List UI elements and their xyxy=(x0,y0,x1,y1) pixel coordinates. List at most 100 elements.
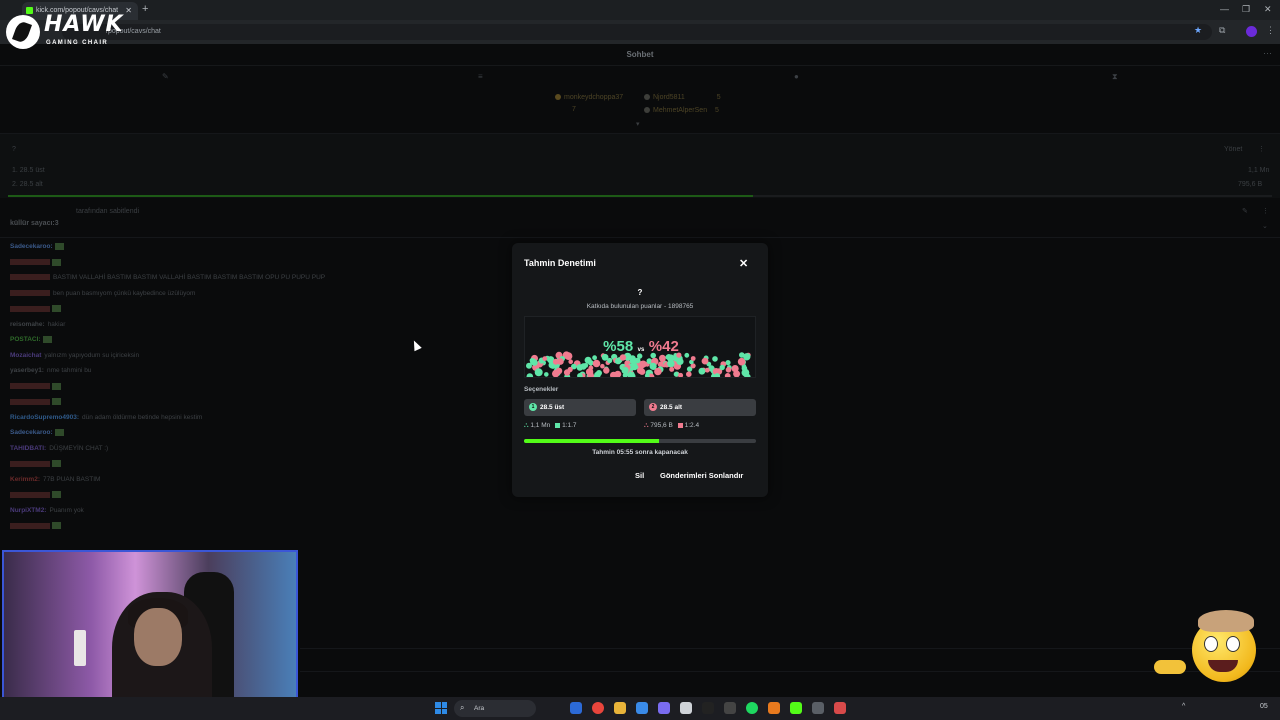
chat-username[interactable]: Mozaichat xyxy=(10,352,41,359)
window-close-icon[interactable]: ✕ xyxy=(1264,4,1272,15)
chat-message: Sadecekaroo: xyxy=(10,429,510,445)
close-icon[interactable]: ✕ xyxy=(739,257,748,270)
bubble-dot xyxy=(531,359,538,366)
tray-chevron-icon[interactable]: ^ xyxy=(1182,703,1185,710)
option-b-icon: 2 xyxy=(649,403,657,411)
chat-username[interactable]: TAHIDBATI: xyxy=(10,445,46,452)
prediction-question: ? xyxy=(637,288,643,297)
chat-badge-icon xyxy=(54,429,64,436)
chat-header-menu-icon[interactable]: ⋯ xyxy=(1263,48,1272,59)
users-icon: ⛬ xyxy=(524,422,529,429)
chrome-icon[interactable] xyxy=(592,702,604,714)
option-a-label: 28.5 üst xyxy=(540,404,565,411)
bubble-dot xyxy=(596,370,602,376)
app-icon-2[interactable] xyxy=(812,702,824,714)
chat-username[interactable]: yaserbey1: xyxy=(10,367,44,374)
edge-icon[interactable] xyxy=(636,702,648,714)
hourglass-icon[interactable]: ⧗ xyxy=(1112,72,1118,82)
clock[interactable]: 05 xyxy=(1260,703,1268,710)
bookmark-star-icon[interactable]: ★ xyxy=(1194,25,1202,36)
bubble-dot xyxy=(557,358,564,365)
manage-button[interactable]: Yönet xyxy=(1224,146,1242,153)
chat-username[interactable]: NurpiXTM2: xyxy=(10,507,46,514)
steam-icon[interactable] xyxy=(724,702,736,714)
bubble-dot xyxy=(678,372,684,377)
chat-input-area[interactable] xyxy=(300,648,1280,672)
chat-messages: Sadecekaroo: BASTIM VALLAHİ BASTIM BASTIM… xyxy=(10,243,510,538)
profile-avatar[interactable] xyxy=(1246,26,1257,37)
bubble-dot xyxy=(582,363,587,368)
end-submissions-button[interactable]: Gönderimleri Sonlandır xyxy=(660,471,743,480)
bubble-dot xyxy=(534,368,543,377)
unpin-icon[interactable]: ✎ xyxy=(1242,207,1248,215)
bubble-dot xyxy=(552,369,560,377)
kick-app-icon[interactable] xyxy=(790,702,802,714)
chat-message xyxy=(10,491,510,507)
pinned-expand-icon[interactable]: ⌄ xyxy=(1262,222,1268,230)
chevron-down-icon[interactable]: ▾ xyxy=(636,120,640,128)
chat-username[interactable]: POSTACI: xyxy=(10,336,41,343)
browser-menu-icon[interactable]: ⋮ xyxy=(1266,25,1275,36)
chat-username[interactable]: RicardoSupremo4903: xyxy=(10,414,79,421)
chat-username[interactable]: Sadecekaroo: xyxy=(10,429,53,436)
chat-username[interactable]: Kerimm2: xyxy=(10,476,40,483)
chat-message: ben puan basmıyom çünkü kaybedince üzülü… xyxy=(10,290,510,306)
option-a-button[interactable]: 1 28.5 üst xyxy=(524,399,636,416)
windows-start-icon[interactable] xyxy=(435,702,447,714)
pinned-menu-icon[interactable]: ⋮ xyxy=(1262,207,1269,215)
modal-title: Tahmin Denetimi xyxy=(524,258,596,268)
chat-username[interactable] xyxy=(10,460,50,467)
prediction-menu-icon[interactable]: ⋮ xyxy=(1258,145,1265,153)
bubble-dot xyxy=(603,367,610,374)
chat-username[interactable] xyxy=(10,383,50,389)
chat-text: 77B PUAN BASTIM xyxy=(42,475,101,483)
emoji-hat xyxy=(1198,610,1254,632)
address-input[interactable]: /popout/cavs/chat xyxy=(62,24,1212,40)
minimize-icon[interactable]: — xyxy=(1220,4,1229,14)
chat-text: ben puan basmıyom çünkü kaybedince üzülü… xyxy=(53,289,196,297)
chat-message: yaserbey1: nme tahmini bu xyxy=(10,367,510,383)
option-b-button[interactable]: 2 28.5 alt xyxy=(644,399,756,416)
chat-username[interactable]: Sadecekaroo: xyxy=(10,243,53,250)
chat-username[interactable] xyxy=(10,522,50,529)
list-icon[interactable]: ≡ xyxy=(478,72,483,81)
gifter-3: MehmetAlperSen 5 xyxy=(644,107,719,114)
discord-icon[interactable] xyxy=(658,702,670,714)
delete-button[interactable]: Sil xyxy=(635,471,644,480)
ratio-icon xyxy=(677,422,683,428)
chat-username[interactable] xyxy=(10,289,50,296)
pin-icon[interactable]: ✎ xyxy=(162,72,169,81)
chat-bubble-icon[interactable]: ● xyxy=(794,72,799,81)
extensions-icon[interactable]: ⧉ xyxy=(1219,25,1225,36)
chat-username[interactable] xyxy=(10,305,50,312)
new-tab-icon[interactable]: + xyxy=(142,3,148,15)
option-b-amount: 795,6 B xyxy=(650,422,673,429)
chat-username[interactable] xyxy=(10,491,50,498)
app-icon[interactable] xyxy=(768,702,780,714)
taskbar-app-icon[interactable] xyxy=(570,702,582,714)
bubble-dot xyxy=(701,357,709,365)
users-icon: ⛬ xyxy=(644,422,649,429)
tab-close-icon[interactable]: ✕ xyxy=(125,6,132,15)
chat-username[interactable] xyxy=(10,274,50,281)
prediction-progress-fill xyxy=(8,195,753,197)
maximize-icon[interactable]: ❐ xyxy=(1242,4,1250,15)
bubble-dot xyxy=(592,359,601,368)
file-explorer-icon[interactable] xyxy=(614,702,626,714)
pinned-text: küllür sayacı:3 xyxy=(10,220,59,227)
chat-message: NurpiXTM2: Puanım yok xyxy=(10,507,510,523)
app-icon-3[interactable] xyxy=(834,702,846,714)
chat-username[interactable] xyxy=(10,398,50,405)
chat-username[interactable] xyxy=(10,259,50,265)
bubble-dot xyxy=(725,367,732,373)
taskbar-search[interactable]: ⌕ Ara xyxy=(454,700,536,717)
spotify-icon[interactable] xyxy=(746,702,758,714)
obs-icon[interactable] xyxy=(702,702,714,714)
notepad-icon[interactable] xyxy=(680,702,692,714)
bubble-dot xyxy=(542,356,548,361)
option-a-icon: 1 xyxy=(529,403,537,411)
chat-text: BASTIM VALLAHİ BASTIM BASTIM VALLAHİ BAS… xyxy=(53,274,326,281)
bubble-dot xyxy=(669,366,675,372)
webcam-overlay xyxy=(2,550,298,718)
chat-username[interactable]: reisomahe: xyxy=(10,321,45,328)
